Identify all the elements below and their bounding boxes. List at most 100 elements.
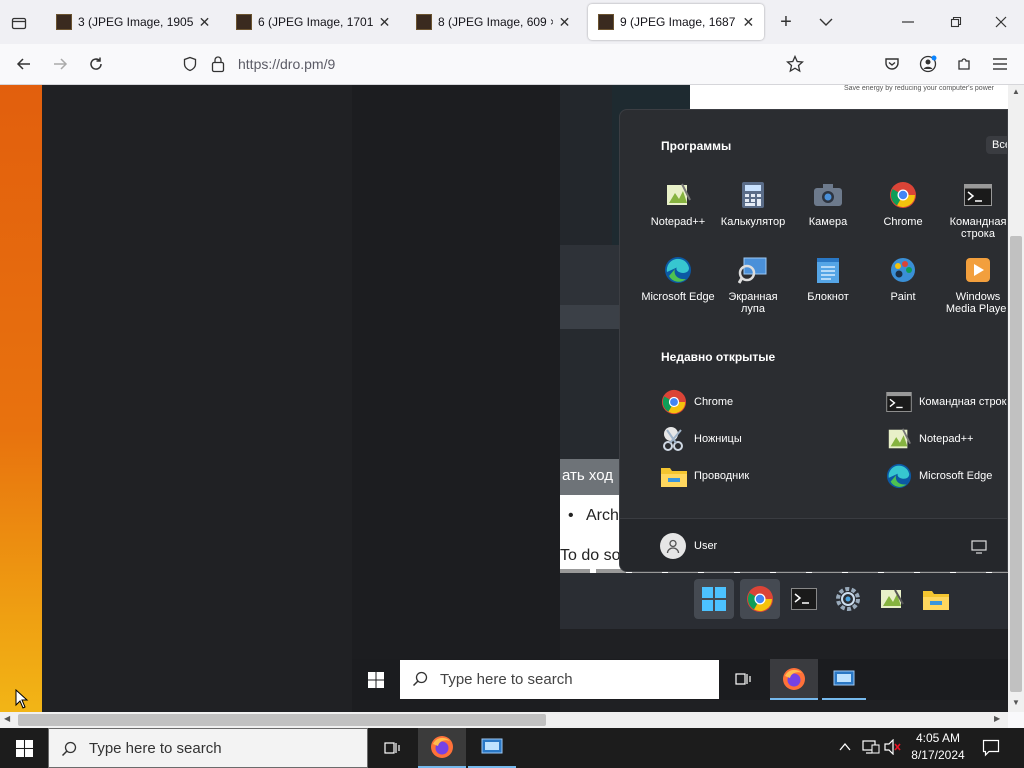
search-placeholder[interactable]: Type here to search [89,740,222,757]
article-bullet-text: Arch [586,507,619,524]
recent-label: Командная строка [919,396,1008,408]
new-tab-icon[interactable]: + [774,10,798,34]
close-window-icon[interactable] [985,8,1017,36]
task-view-icon [734,671,752,692]
article-paragraph-fragment: To do so, [560,547,625,564]
app-label: Chrome [883,216,923,228]
bookmark-star-icon[interactable] [785,54,805,78]
notepadpp-icon [663,180,693,210]
horizontal-scroll-thumb[interactable] [18,714,546,726]
notepadpp-taskbar-icon [872,579,912,619]
network-icon[interactable] [862,739,880,760]
tab-list-chevron-icon[interactable] [814,10,838,34]
app-command-prompt: Командная строка [940,180,1007,240]
app-label: Paint [890,291,916,303]
close-tab-icon[interactable]: ✕ [197,14,212,30]
app-label: Windows Media Player [945,291,1008,315]
image-favicon-icon [56,14,72,30]
task-view-icon [384,742,400,754]
windows-taskbar: Type here to search 4:05 AM 8/17/2024 [0,728,1024,768]
system-clock[interactable]: 4:05 AM 8/17/2024 [900,730,976,764]
folder-icon [660,462,688,490]
command-prompt-icon [963,180,993,210]
notepadpp-icon [885,425,913,453]
app-label: Камера [808,216,848,228]
hamburger-menu-icon[interactable] [984,48,1016,80]
windows-logo-icon [15,739,33,757]
app-camera: Камера [790,180,866,228]
url-bar[interactable]: https://dro.pm/9 [172,48,812,80]
url-text[interactable]: https://dro.pm/9 [238,56,335,72]
clock-time: 4:05 AM [915,731,961,745]
navigation-toolbar: https://dro.pm/9 [0,44,1024,85]
user-name: User [694,540,718,552]
reload-icon[interactable] [80,48,112,80]
minimize-icon[interactable] [892,8,924,36]
account-icon[interactable] [912,48,944,80]
chrome-icon [888,180,918,210]
scissors-icon [660,425,688,453]
all-apps-button: Все [986,136,1007,154]
mouse-cursor-icon [15,688,29,712]
recent-chrome: Chrome [660,388,733,416]
close-tab-icon[interactable]: ✕ [741,14,756,30]
image-favicon-icon [236,14,252,30]
start-menu-footer: User [620,518,1007,571]
app-calculator: Калькулятор [715,180,791,228]
close-tab-icon[interactable]: ✕ [377,14,392,30]
scroll-right-arrow-icon[interactable]: ▶ [994,714,1000,723]
list-all-tabs-icon[interactable] [8,12,30,34]
media-player-icon [963,255,993,285]
app-label: Microsoft Edge [641,291,715,303]
recent-label: Ножницы [694,433,742,445]
tab-2[interactable]: 6 (JPEG Image, 1701 × 1 ✕ [226,4,400,40]
calculator-icon [738,180,768,210]
restore-icon[interactable] [940,8,972,36]
user-avatar-icon [660,533,686,559]
vertical-scroll-thumb[interactable] [1010,236,1022,692]
show-hidden-icons-chevron-icon[interactable] [838,740,852,759]
notification-center-icon[interactable] [982,739,1000,762]
inner-search-box: Type here to search [400,660,719,699]
task-view-button[interactable] [368,728,416,768]
settings-gear-taskbar-icon [828,579,868,619]
app-paint: Paint [865,255,941,303]
start-button[interactable] [0,728,48,768]
edge-icon [885,462,913,490]
remote-desktop-icon [481,738,503,754]
tab-1[interactable]: 3 (JPEG Image, 1905 × 1 ✕ [46,4,220,40]
extensions-puzzle-icon[interactable] [948,48,980,80]
close-tab-icon[interactable]: ✕ [557,14,572,30]
app-notepad: Блокнот [790,255,866,303]
scroll-left-arrow-icon[interactable]: ◀ [4,714,10,723]
notepad-icon [813,255,843,285]
taskbar-firefox[interactable] [418,728,466,768]
win11-start-icon [694,579,734,619]
taskbar-search-box[interactable]: Type here to search [48,728,368,768]
forward-arrow-icon[interactable] [44,48,76,80]
back-arrow-icon[interactable] [8,48,40,80]
image-favicon-icon [598,14,614,30]
dark-region [42,85,352,712]
firefox-icon [770,659,818,700]
app-label: Командная строка [949,216,1007,240]
file-explorer-taskbar-icon [916,579,956,619]
tab-3[interactable]: 8 (JPEG Image, 609 × 57 ✕ [406,4,580,40]
padlock-icon[interactable] [210,55,226,78]
taskbar-remote-desktop[interactable] [468,728,516,768]
monitor-icon [971,540,987,559]
tab-title: 9 (JPEG Image, 1687 × 1 [620,15,737,29]
recent-heading: Недавно открытые [661,350,776,364]
tracking-protection-shield-icon[interactable] [182,56,198,77]
scroll-down-arrow-icon[interactable]: ▼ [1012,698,1020,707]
app-magnifier: Экранная лупа [715,255,791,315]
search-icon [412,671,428,692]
tab-4-active[interactable]: 9 (JPEG Image, 1687 × 1 ✕ [588,4,764,40]
app-label: Блокнот [807,291,849,303]
pocket-icon[interactable] [876,48,908,80]
firefox-icon [431,736,453,758]
recent-label: Notepad++ [919,433,974,445]
tab-title: 3 (JPEG Image, 1905 × 1 [78,15,193,29]
scroll-up-arrow-icon[interactable]: ▲ [1012,87,1020,96]
inner-taskbar-snapshot: Type here to search [352,659,1008,700]
